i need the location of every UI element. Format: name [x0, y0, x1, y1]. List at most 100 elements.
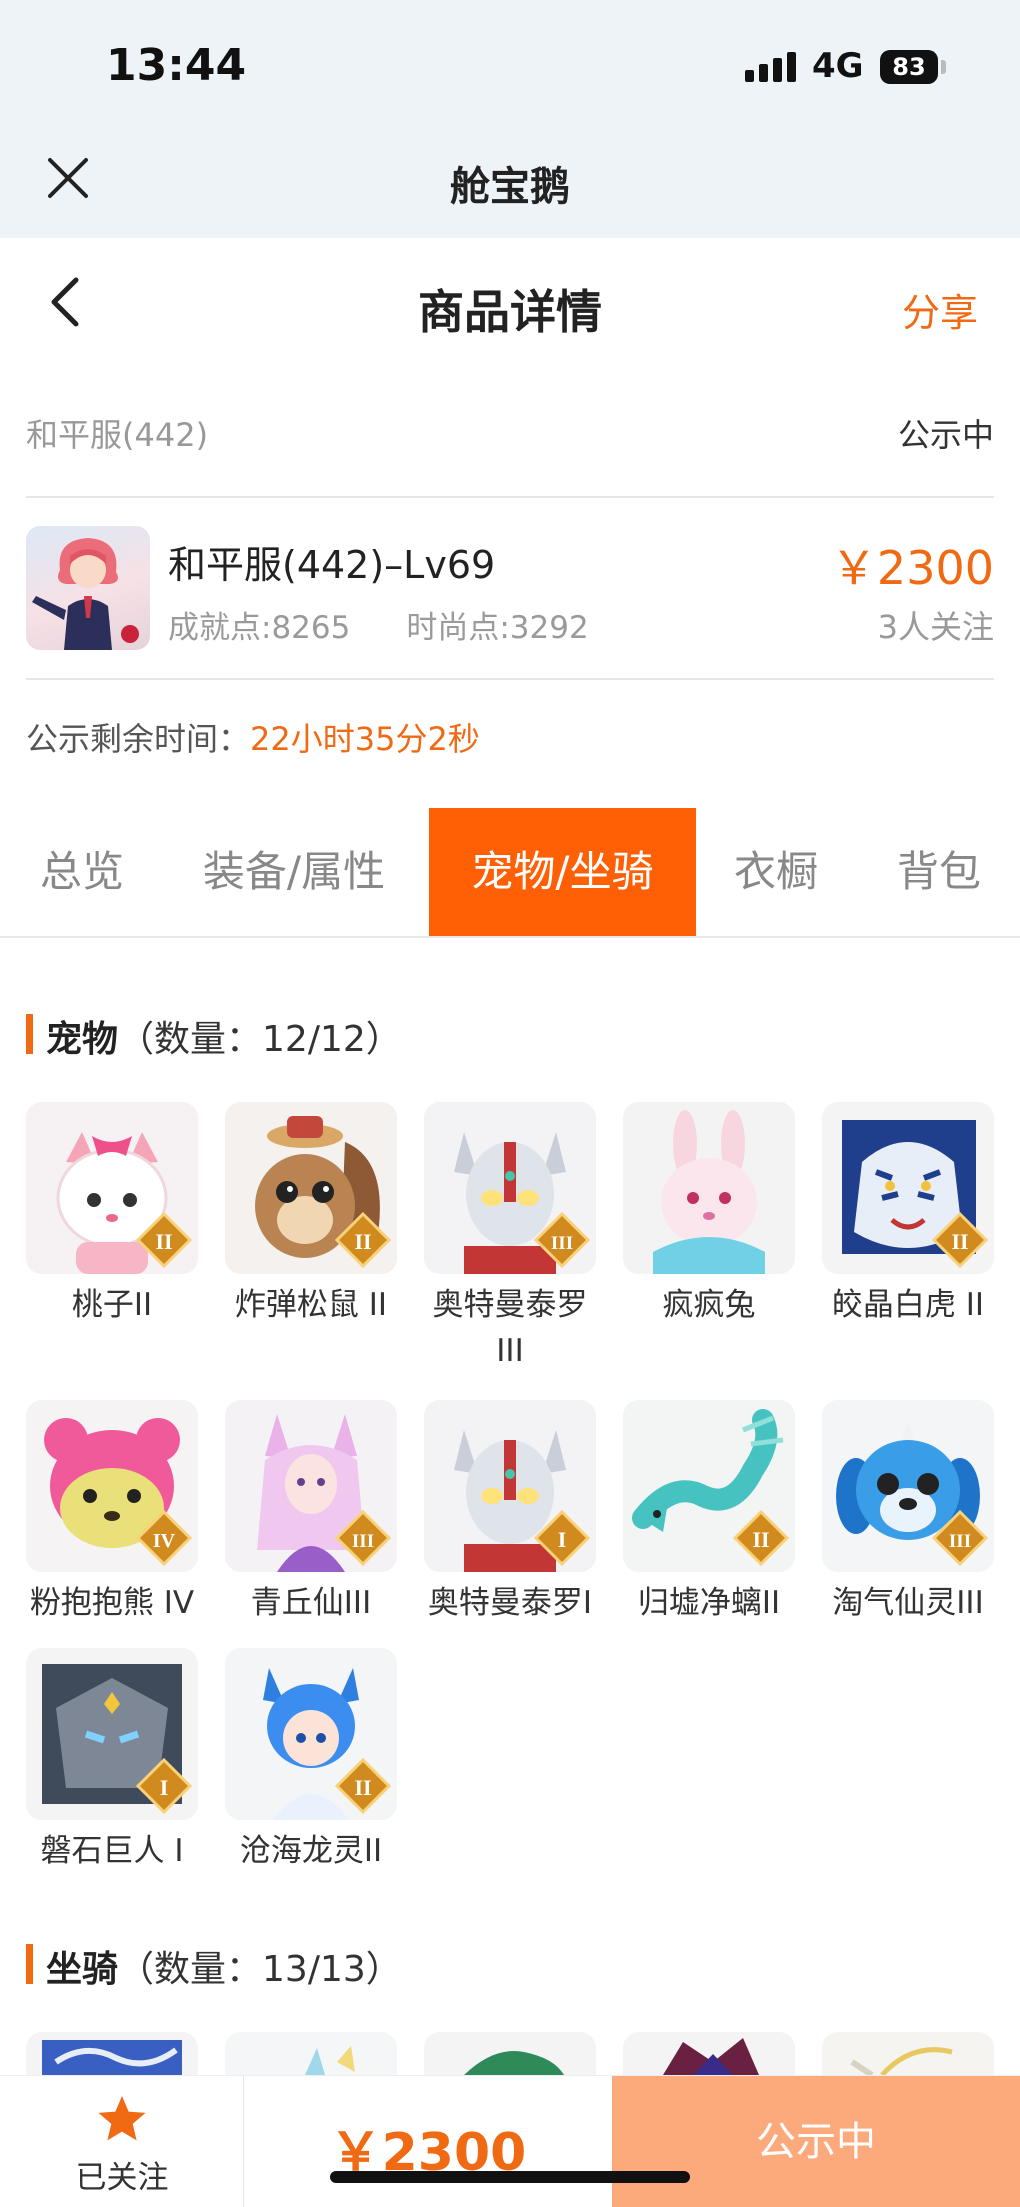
- pet-card[interactable]: II 皎晶白虎 II: [822, 1102, 994, 1328]
- section-marker: [26, 1944, 33, 1984]
- white-tiger-pet-icon: II: [822, 1102, 994, 1274]
- pet-card[interactable]: II 桃子II: [26, 1102, 198, 1328]
- rank-badge: IV: [136, 1510, 192, 1566]
- pet-card[interactable]: I 磐石巨人 I: [26, 1648, 198, 1874]
- squirrel-pet-icon: II: [225, 1102, 397, 1274]
- mount-card[interactable]: [225, 2032, 397, 2075]
- rank-badge-text: II: [354, 1775, 371, 1800]
- tab-wardrobe[interactable]: 衣橱: [710, 808, 842, 936]
- remaining-label: 公示剩余时间：: [26, 720, 251, 758]
- tab-equipment[interactable]: 装备/属性: [180, 808, 408, 936]
- ultraman-pet-icon: III: [424, 1102, 596, 1274]
- fashion-points: 时尚点:3292: [406, 610, 589, 646]
- listing-status: 公示中: [897, 416, 994, 454]
- divider: [26, 678, 994, 680]
- rank-badge: III: [335, 1510, 391, 1566]
- remaining-time: 公示剩余时间：22小时35分2秒: [26, 714, 480, 760]
- divider: [26, 496, 994, 498]
- rank-badge-text: II: [354, 1229, 371, 1254]
- rank-badge: III: [932, 1510, 988, 1566]
- mount-card[interactable]: [26, 2032, 198, 2075]
- status-button[interactable]: 公示中: [612, 2076, 1020, 2207]
- rank-badge-text: III: [551, 1233, 573, 1254]
- pet-card[interactable]: III 淘气仙灵III: [822, 1400, 994, 1626]
- pet-card[interactable]: 疯疯兔: [623, 1102, 795, 1328]
- rank-badge-text: IV: [153, 1530, 176, 1552]
- rank-badge: II: [335, 1758, 391, 1814]
- remaining-value: 22小时35分2秒: [250, 720, 480, 758]
- network-type: 4G: [812, 46, 864, 86]
- nav-bar: 商品详情 分享: [0, 238, 1020, 368]
- follow-button[interactable]: 已关注: [0, 2076, 244, 2207]
- section-marker: [26, 1014, 33, 1054]
- server-row: 和平服(442) 公示中: [26, 410, 994, 460]
- pet-card[interactable]: II 归墟净螭II: [623, 1400, 795, 1626]
- rank-badge-text: I: [160, 1775, 169, 1800]
- rabbit-pet-icon: [623, 1102, 795, 1274]
- pet-name: 归墟净螭II: [637, 1585, 781, 1621]
- mount-card[interactable]: [424, 2032, 596, 2075]
- rank-badge: I: [136, 1758, 192, 1814]
- blue-dragon-girl-pet-icon: II: [225, 1648, 397, 1820]
- tab-bar: 总览 装备/属性 宠物/坐骑 衣橱 背包: [0, 808, 1020, 936]
- pet-card[interactable]: IV 粉抱抱熊 IV: [26, 1400, 198, 1626]
- pet-card[interactable]: III 奥特曼泰罗III: [424, 1102, 596, 1374]
- mount-card[interactable]: [822, 2032, 994, 2075]
- rank-badge: II: [733, 1510, 789, 1566]
- character-title: 和平服(442)–Lv69: [168, 543, 496, 587]
- battery-tip: [941, 60, 946, 74]
- rank-badge-text: I: [558, 1527, 567, 1552]
- item-price: ￥2300: [830, 541, 994, 595]
- pet-card[interactable]: I 奥特曼泰罗I: [424, 1400, 596, 1626]
- pet-name: 粉抱抱熊 IV: [29, 1585, 195, 1621]
- pet-name: 炸弹松鼠 II: [234, 1287, 388, 1323]
- pet-card[interactable]: II 沧海龙灵II: [225, 1648, 397, 1874]
- home-indicator: [330, 2171, 690, 2183]
- tab-pets-mounts[interactable]: 宠物/坐骑: [429, 808, 696, 936]
- teal-dragon-pet-icon: II: [623, 1400, 795, 1572]
- rank-badge: I: [534, 1510, 590, 1566]
- character-avatar: [26, 526, 150, 650]
- pet-name: 奥特曼泰罗I: [427, 1585, 593, 1621]
- battery-icon: 83: [880, 50, 938, 84]
- rank-badge-text: II: [155, 1229, 172, 1254]
- tabs-divider: [0, 936, 1020, 938]
- star-icon: [98, 2096, 146, 2141]
- signal-icon: [745, 52, 796, 82]
- pink-bear-pet-icon: IV: [26, 1400, 198, 1572]
- app-title: 舱宝鹅: [450, 164, 570, 210]
- rank-badge-text: III: [949, 1531, 971, 1552]
- pet-card[interactable]: III 青丘仙III: [225, 1400, 397, 1626]
- rank-badge: III: [534, 1212, 590, 1268]
- mounts-count: （数量：13/13）: [118, 1949, 402, 1990]
- pet-name: 青丘仙III: [250, 1585, 372, 1621]
- fox-fairy-pet-icon: III: [225, 1400, 397, 1572]
- stone-giant-pet-icon: I: [26, 1648, 198, 1820]
- share-button[interactable]: 分享: [902, 282, 978, 337]
- pets-section-title: 宠物（数量：12/12）: [46, 1019, 402, 1060]
- pet-name: 淘气仙灵III: [832, 1585, 984, 1621]
- status-time: 13:44: [106, 40, 247, 91]
- tab-overview[interactable]: 总览: [0, 808, 164, 936]
- pet-card[interactable]: II 炸弹松鼠 II: [225, 1102, 397, 1328]
- pets-count: （数量：12/12）: [118, 1019, 402, 1060]
- server-name: 和平服(442): [26, 416, 209, 454]
- tab-backpack[interactable]: 背包: [866, 808, 1012, 936]
- pet-name: 桃子II: [71, 1287, 153, 1323]
- pet-name: 奥特曼泰罗III: [432, 1287, 588, 1369]
- rank-badge-text: III: [352, 1531, 374, 1552]
- mount-card[interactable]: [623, 2032, 795, 2075]
- bottom-action-bar: 已关注 ￥2300 公示中: [0, 2075, 1020, 2207]
- rank-badge-text: II: [951, 1229, 968, 1254]
- pink-cat-pet-icon: II: [26, 1102, 198, 1274]
- character-stats: 成就点:8265 时尚点:3292: [168, 602, 589, 647]
- pet-name: 沧海龙灵II: [239, 1833, 383, 1869]
- rank-badge: II: [932, 1212, 988, 1268]
- achievement-points: 成就点:8265: [168, 610, 351, 646]
- page-title: 商品详情: [418, 285, 602, 339]
- rank-badge: II: [136, 1212, 192, 1268]
- pet-name: 皎晶白虎 II: [831, 1287, 985, 1323]
- app-bar: 舱宝鹅: [0, 120, 1020, 238]
- mounts-section-title: 坐骑（数量：13/13）: [46, 1949, 402, 1990]
- status-bar: 13:44 4G 83: [0, 0, 1020, 120]
